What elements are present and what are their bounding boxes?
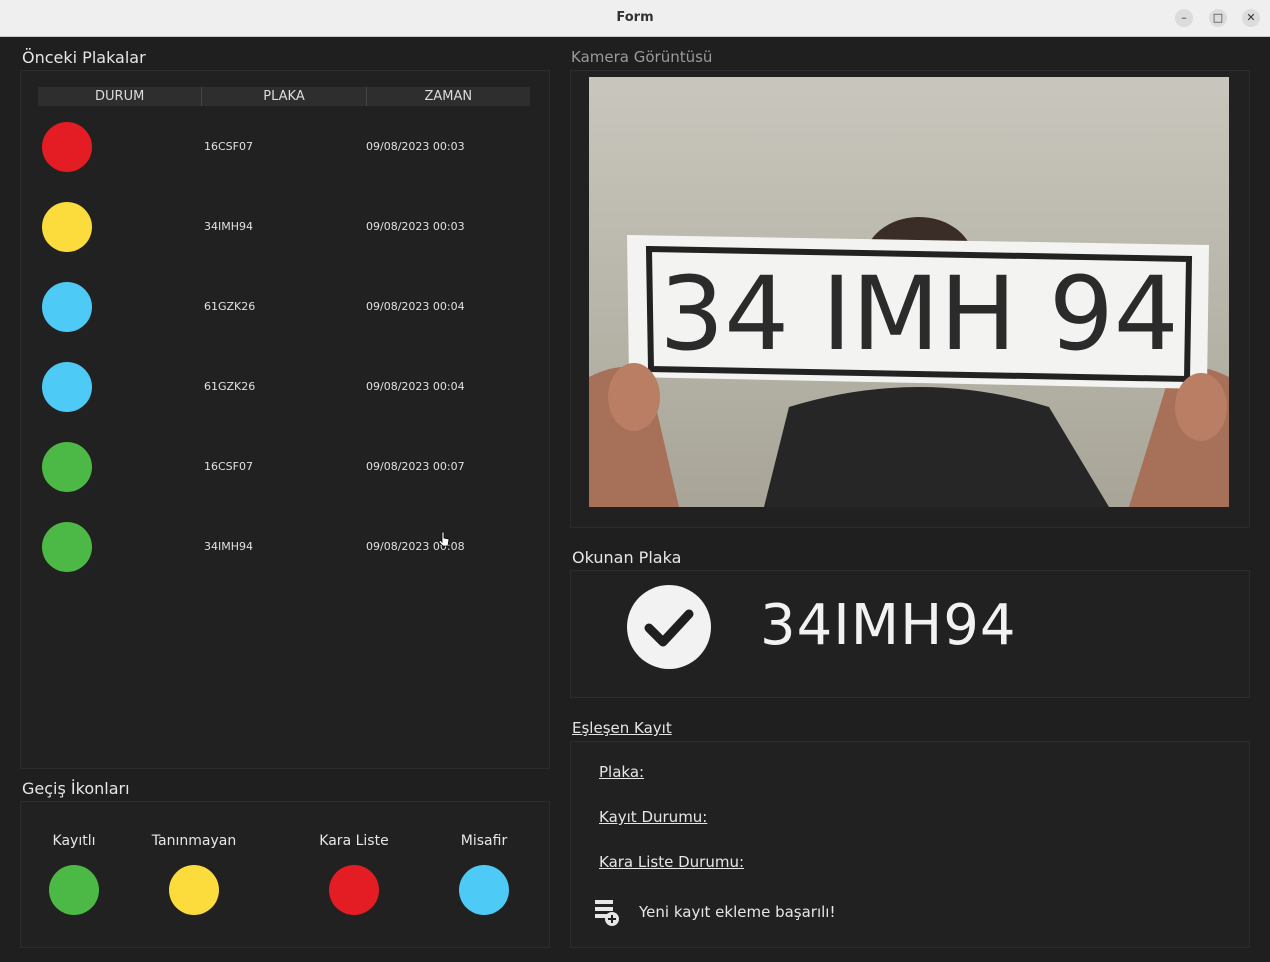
plate-label: Plaka: [599, 763, 645, 781]
row-plate: 16CSF07 [204, 140, 253, 153]
row-time: 09/08/2023 00:04 [366, 300, 465, 313]
legend-title: Geçiş İkonları [22, 779, 130, 798]
table-row[interactable]: 61GZK26 09/08/2023 00:04 [38, 347, 530, 427]
close-button[interactable]: ✕ [1242, 9, 1260, 27]
read-plate-title: Okunan Plaka [572, 548, 682, 567]
camera-feed-image: 34 IMH 94 [589, 77, 1229, 507]
row-time: 09/08/2023 00:03 [366, 140, 465, 153]
status-dot-icon [42, 522, 92, 572]
add-record-icon [593, 898, 621, 928]
maximize-button[interactable]: □ [1209, 9, 1227, 27]
legend-label: Misafir [460, 833, 508, 849]
row-time: 09/08/2023 00:04 [366, 380, 465, 393]
column-header-plate[interactable]: PLAKA [202, 87, 367, 106]
table-row[interactable]: 16CSF07 09/08/2023 00:03 [38, 107, 530, 187]
legend-label: Kara Liste [319, 833, 389, 849]
blacklist-status-label: Kara Liste Durumu: [599, 853, 745, 871]
matched-record-title: Eşleşen Kayıt [572, 719, 672, 737]
status-message: Yeni kayıt ekleme başarılı! [639, 903, 836, 921]
status-dot-icon [42, 282, 92, 332]
legend-dot-icon [329, 865, 379, 915]
row-time: 09/08/2023 00:07 [366, 460, 465, 473]
legend-label: Kayıtlı [52, 833, 96, 849]
camera-title: Kamera Görüntüsü [571, 48, 713, 66]
window-title: Form [616, 10, 654, 25]
legend-dot-icon [459, 865, 509, 915]
row-time: 09/08/2023 00:03 [366, 220, 465, 233]
minimize-button[interactable]: – [1175, 9, 1193, 27]
window-titlebar: Form – □ ✕ [0, 0, 1270, 37]
mouse-cursor-icon [438, 531, 450, 547]
row-plate: 61GZK26 [204, 300, 256, 313]
camera-plate-text: 34 IMH 94 [659, 255, 1178, 374]
legend-label: Tanınmayan [151, 833, 237, 849]
legend-item: Kara Liste [304, 833, 404, 915]
column-header-status[interactable]: DURUM [38, 87, 203, 106]
legend-dot-icon [49, 865, 99, 915]
row-plate: 16CSF07 [204, 460, 253, 473]
status-dot-icon [42, 362, 92, 412]
record-status-label: Kayıt Durumu: [599, 808, 708, 826]
legend-item: Kayıtlı [24, 833, 124, 915]
status-dot-icon [42, 202, 92, 252]
plates-table-header: DURUM PLAKA ZAMAN [38, 87, 530, 106]
read-plate-value: 34IMH94 [760, 593, 1017, 658]
row-plate: 34IMH94 [204, 540, 254, 553]
table-row[interactable]: 61GZK26 09/08/2023 00:04 [38, 267, 530, 347]
row-plate: 34IMH94 [204, 220, 254, 233]
legend-dot-icon [169, 865, 219, 915]
status-dot-icon [42, 442, 92, 492]
row-plate: 61GZK26 [204, 380, 256, 393]
legend-item: Misafir [434, 833, 534, 915]
status-dot-icon [42, 122, 92, 172]
check-icon [627, 585, 711, 669]
legend-item: Tanınmayan [144, 833, 244, 915]
previous-plates-title: Önceki Plakalar [22, 48, 146, 67]
column-header-time[interactable]: ZAMAN [367, 87, 530, 106]
table-row[interactable]: 34IMH94 09/08/2023 00:03 [38, 187, 530, 267]
table-row[interactable]: 16CSF07 09/08/2023 00:07 [38, 427, 530, 507]
table-row[interactable]: 34IMH94 09/08/2023 00:08 [38, 507, 530, 587]
